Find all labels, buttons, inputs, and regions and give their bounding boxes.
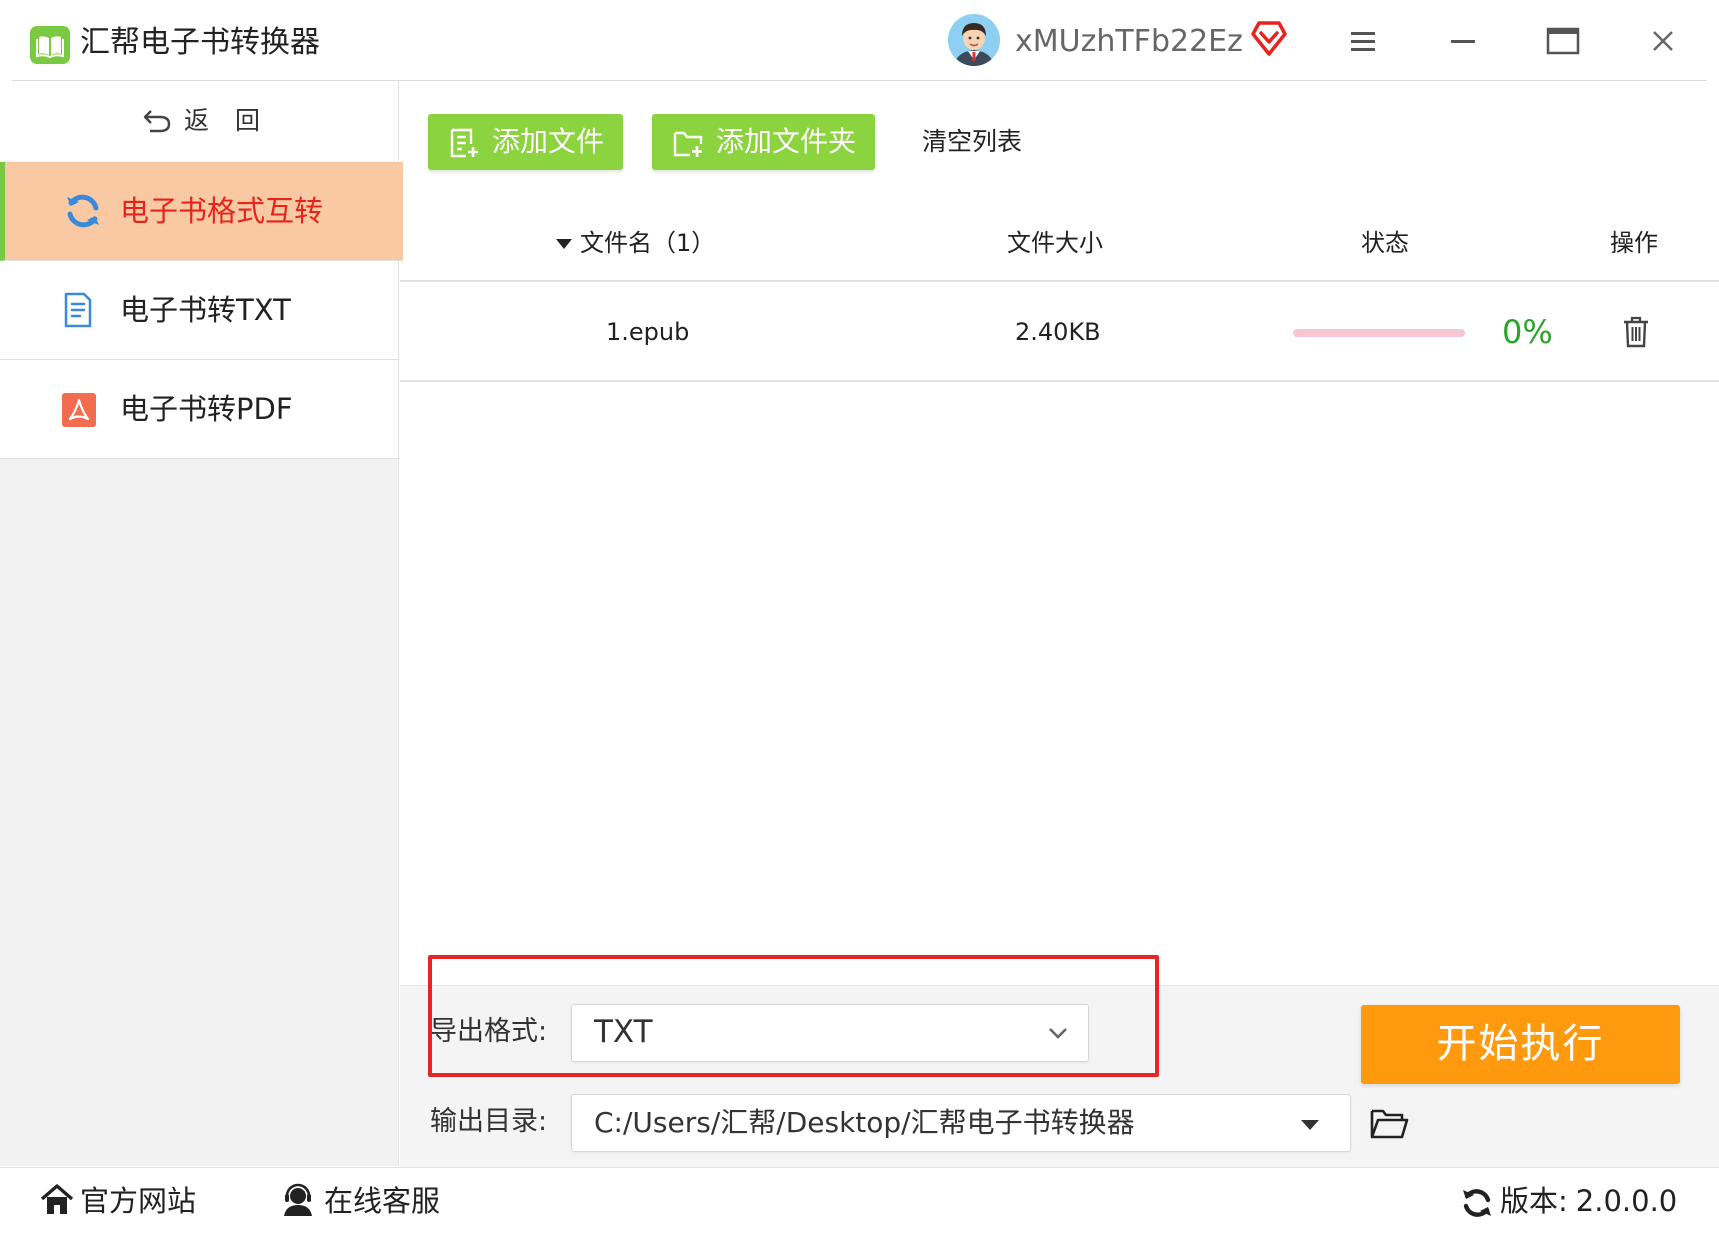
sidebar-item-to-txt[interactable]: 电子书转TXT — [0, 261, 398, 360]
sidebar-item-format-convert[interactable]: 电子书格式互转 — [0, 162, 403, 261]
back-button[interactable]: 返回 — [0, 81, 398, 161]
sidebar-item-label: 电子书格式互转 — [120, 194, 324, 228]
add-file-icon — [448, 127, 480, 159]
output-dir-select[interactable]: C:/Users/汇帮/Desktop/汇帮电子书转换器 — [571, 1094, 1351, 1152]
txt-document-icon — [58, 290, 98, 330]
vip-diamond-icon[interactable] — [1250, 18, 1288, 58]
back-label: 返回 — [184, 106, 287, 135]
back-arrow-icon — [142, 105, 172, 135]
filename-header-label: 文件名（1） — [580, 229, 716, 257]
start-button-label: 开始执行 — [1436, 1021, 1605, 1067]
version-info: 版本: 2.0.0.0 — [1500, 1180, 1677, 1222]
size-header: 文件大小 — [1007, 229, 1103, 257]
sidebar-item-label: 电子书转PDF — [120, 392, 293, 426]
book-icon — [30, 26, 70, 64]
convert-icon — [63, 191, 103, 231]
customer-service-icon[interactable] — [281, 1183, 315, 1217]
add-folder-button[interactable]: 添加文件夹 — [652, 114, 875, 170]
menu-icon[interactable] — [1340, 18, 1386, 64]
home-icon[interactable] — [40, 1183, 74, 1217]
maximize-icon[interactable] — [1540, 18, 1586, 64]
sidebar-item-label: 电子书转TXT — [120, 293, 291, 327]
table-row-divider — [400, 380, 1719, 382]
add-file-button[interactable]: 添加文件 — [428, 114, 623, 170]
official-website-link[interactable]: 官方网站 — [80, 1180, 196, 1222]
version-value: 2.0.0.0 — [1575, 1184, 1678, 1218]
online-support-link[interactable]: 在线客服 — [324, 1180, 440, 1222]
output-dir-value: C:/Users/汇帮/Desktop/汇帮电子书转换器 — [594, 1106, 1135, 1139]
file-name-cell: 1.epub — [606, 318, 690, 346]
highlight-annotation-box — [428, 955, 1159, 1077]
progress-bar — [1293, 329, 1465, 337]
username[interactable]: xMUzhTFb22Ez — [1015, 20, 1243, 64]
caret-down-icon — [1299, 1117, 1321, 1136]
add-folder-icon — [672, 127, 704, 159]
file-size-cell: 2.40KB — [1015, 318, 1101, 346]
version-label: 版本: — [1500, 1184, 1568, 1218]
filename-header[interactable]: 文件名（1） — [556, 223, 715, 263]
action-header: 操作 — [1610, 229, 1658, 257]
folder-open-icon[interactable] — [1369, 1107, 1409, 1141]
sidebar-item-to-pdf[interactable]: 电子书转PDF — [0, 360, 398, 459]
avatar[interactable] — [948, 14, 1000, 66]
start-button[interactable]: 开始执行 — [1361, 1005, 1680, 1084]
output-label: 输出目录: — [430, 1106, 548, 1137]
status-header: 状态 — [1361, 229, 1409, 257]
trash-icon[interactable] — [1620, 314, 1652, 350]
close-icon[interactable] — [1640, 18, 1686, 64]
progress-percent: 0% — [1502, 313, 1553, 351]
add-folder-label: 添加文件夹 — [716, 125, 857, 158]
sort-down-icon — [556, 239, 572, 249]
app-title: 汇帮电子书转换器 — [80, 25, 320, 60]
refresh-icon[interactable] — [1460, 1186, 1494, 1220]
pdf-icon — [58, 389, 98, 429]
minimize-icon[interactable] — [1440, 18, 1486, 64]
add-file-label: 添加文件 — [492, 125, 605, 158]
clear-list-button[interactable]: 清空列表 — [922, 121, 1022, 163]
